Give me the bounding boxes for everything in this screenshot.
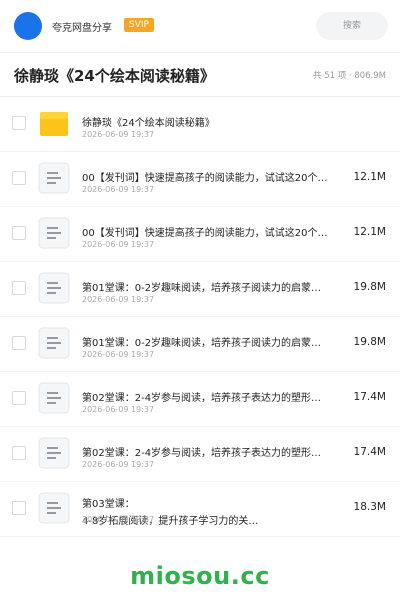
- row-checkbox[interactable]: [12, 281, 26, 295]
- document-icon: [38, 162, 70, 194]
- file-name[interactable]: 第01堂课：0-2岁趣味阅读，培养孩子阅读力的启蒙…: [82, 279, 350, 294]
- file-row[interactable]: 徐静琰《24个绘本阅读秘籍》 2026-06-09 19:37: [0, 97, 400, 152]
- file-list: 徐静琰《24个绘本阅读秘籍》 2026-06-09 19:37 00【发刊词】快…: [0, 97, 400, 537]
- file-name[interactable]: 00【发刊词】快速提高孩子的阅读能力，试试这20个…: [82, 169, 350, 184]
- file-date: 2026-06-09 19:37: [82, 515, 155, 524]
- file-size: 12.1M: [353, 226, 386, 238]
- row-checkbox[interactable]: [12, 116, 26, 130]
- row-checkbox[interactable]: [12, 391, 26, 405]
- top-bar: 夸克网盘分享 SVIP 搜索: [0, 0, 400, 53]
- row-checkbox[interactable]: [12, 446, 26, 460]
- file-size: 17.4M: [353, 391, 386, 403]
- document-icon: [38, 492, 70, 524]
- file-name[interactable]: 第01堂课：0-2岁趣味阅读，培养孩子阅读力的启蒙…: [82, 334, 350, 349]
- search-input[interactable]: 搜索: [316, 12, 388, 40]
- file-date: 2026-06-09 19:37: [82, 240, 155, 249]
- file-date: 2026-06-09 19:37: [82, 350, 155, 359]
- folder-icon: [40, 112, 68, 136]
- row-checkbox[interactable]: [12, 226, 26, 240]
- file-row[interactable]: 第02堂课：2-4岁参与阅读，培养孩子表达力的塑形… 2026-06-09 19…: [0, 372, 400, 427]
- row-checkbox[interactable]: [12, 171, 26, 185]
- document-icon: [38, 327, 70, 359]
- page-title: 徐静琰《24个绘本阅读秘籍》: [14, 67, 215, 85]
- file-name[interactable]: 00【发刊词】快速提高孩子的阅读能力，试试这20个…: [82, 224, 350, 239]
- file-name[interactable]: 第02堂课：2-4岁参与阅读，培养孩子表达力的塑形…: [82, 444, 350, 459]
- watermark: miosou.cc: [130, 562, 270, 590]
- file-summary: 共 51 项 · 806.9M: [313, 71, 386, 81]
- file-name[interactable]: 第02堂课：2-4岁参与阅读，培养孩子表达力的塑形…: [82, 389, 350, 404]
- document-icon: [38, 382, 70, 414]
- file-date: 2026-06-09 19:37: [82, 185, 155, 194]
- folder-header: 徐静琰《24个绘本阅读秘籍》 共 51 项 · 806.9M: [0, 52, 400, 97]
- file-name[interactable]: 第03堂课： 4-8岁拓展阅读，提升孩子学习力的关…: [82, 496, 350, 530]
- document-icon: [38, 272, 70, 304]
- file-size: 19.8M: [353, 336, 386, 348]
- document-icon: [38, 437, 70, 469]
- file-size: 18.3M: [353, 501, 386, 513]
- file-name[interactable]: 徐静琰《24个绘本阅读秘籍》: [82, 114, 350, 129]
- row-checkbox[interactable]: [12, 336, 26, 350]
- file-date: 2026-06-09 19:37: [82, 295, 155, 304]
- avatar[interactable]: [14, 12, 42, 40]
- file-date: 2026-06-09 19:37: [82, 130, 155, 139]
- svip-badge: SVIP: [124, 18, 154, 32]
- file-date: 2026-06-09 19:37: [82, 405, 155, 414]
- document-icon: [38, 217, 70, 249]
- file-size: 17.4M: [353, 446, 386, 458]
- file-row[interactable]: 第01堂课：0-2岁趣味阅读，培养孩子阅读力的启蒙… 2026-06-09 19…: [0, 262, 400, 317]
- file-size: 19.8M: [353, 281, 386, 293]
- row-checkbox[interactable]: [12, 501, 26, 515]
- file-row[interactable]: 第03堂课： 4-8岁拓展阅读，提升孩子学习力的关… 2026-06-09 19…: [0, 482, 400, 537]
- file-row[interactable]: 00【发刊词】快速提高孩子的阅读能力，试试这20个… 2026-06-09 19…: [0, 152, 400, 207]
- file-row[interactable]: 00【发刊词】快速提高孩子的阅读能力，试试这20个… 2026-06-09 19…: [0, 207, 400, 262]
- sharer-name: 夸克网盘分享: [52, 23, 112, 34]
- file-row[interactable]: 第02堂课：2-4岁参与阅读，培养孩子表达力的塑形… 2026-06-09 19…: [0, 427, 400, 482]
- file-row[interactable]: 第01堂课：0-2岁趣味阅读，培养孩子阅读力的启蒙… 2026-06-09 19…: [0, 317, 400, 372]
- file-date: 2026-06-09 19:37: [82, 460, 155, 469]
- file-size: 12.1M: [353, 171, 386, 183]
